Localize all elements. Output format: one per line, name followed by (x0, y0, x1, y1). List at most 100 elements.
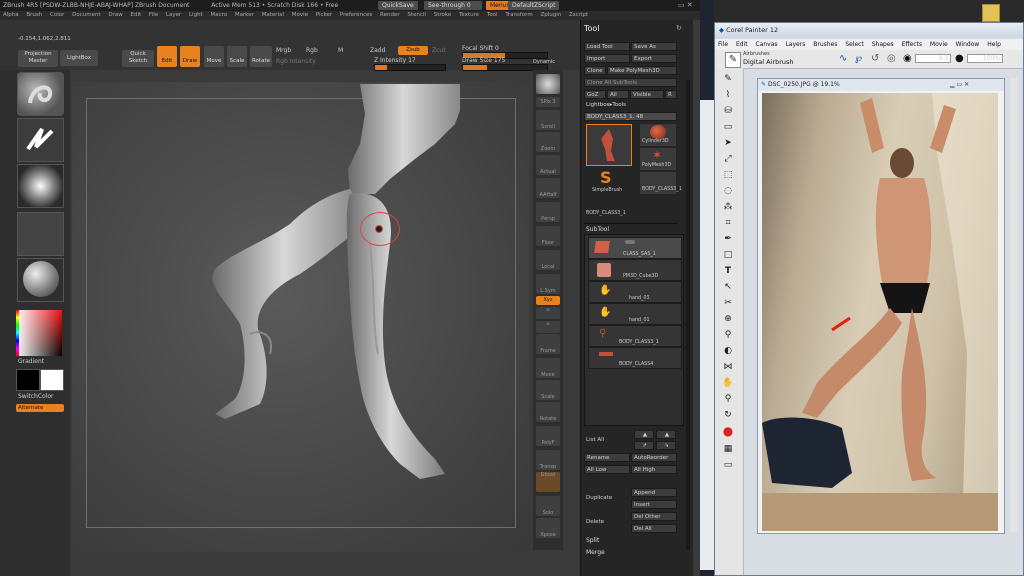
menu-texture[interactable]: Texture (459, 12, 479, 18)
all-low-button[interactable]: All Low (584, 465, 630, 474)
brush-category[interactable]: Airbrushes (743, 51, 770, 57)
doc-window-controls[interactable]: ▁ ▭ ✕ (950, 81, 1000, 89)
menu-zscript[interactable]: Zscript (569, 12, 588, 18)
pmenu-effects[interactable]: Effects (902, 41, 922, 48)
pmenu-shapes[interactable]: Shapes (872, 41, 894, 48)
simplebrush-tool[interactable]: S SimpleBrush (590, 168, 626, 196)
solo-button[interactable]: Solo (536, 496, 560, 516)
make-polymesh-button[interactable]: Make PolyMesh3D (607, 66, 677, 75)
polymesh3d-tool[interactable]: ✶ PolyMesh3D (640, 148, 676, 170)
menu-tool[interactable]: Tool (487, 12, 498, 18)
subtool-item[interactable]: BODY_CLASS4 (588, 347, 682, 369)
current-tool-slider[interactable]: BODY_CLASS3_1. 48 (584, 112, 677, 121)
text-tool-icon[interactable]: T (719, 266, 737, 277)
mrgb-toggle[interactable]: Mrgb (276, 47, 291, 54)
brush-thumbnail[interactable] (17, 72, 64, 116)
pmenu-select[interactable]: Select (845, 41, 864, 48)
autoreorder-button[interactable]: AutoReorder (631, 453, 677, 462)
pmenu-layers[interactable]: Layers (785, 41, 805, 48)
palette-scrollbar[interactable] (686, 80, 690, 550)
body-class3-tool[interactable]: BODY_CLASS3_1 (640, 172, 682, 194)
zcut-toggle[interactable]: Zcut (432, 47, 446, 54)
del-other-button[interactable]: Del Other (631, 512, 677, 521)
spix-setting[interactable]: SPix 3 (536, 97, 560, 107)
all-high-button[interactable]: All High (631, 465, 677, 474)
brush-selector-icon[interactable]: ✎ (725, 52, 741, 68)
transform-tool-icon[interactable]: ⤢ (719, 154, 737, 165)
see-through-slider[interactable]: See-through 0 (424, 1, 482, 10)
sym-y-icon[interactable]: ⌂ (536, 307, 560, 319)
menu-transform[interactable]: Transform (505, 12, 532, 18)
paper-selector-icon[interactable]: ▦ (719, 444, 737, 455)
clone-tool-icon[interactable]: ⊕ (719, 314, 737, 325)
material-thumbnail[interactable] (17, 258, 64, 302)
mirror-icon[interactable]: ⋈ (719, 362, 737, 373)
secondary-color-swatch[interactable] (40, 369, 64, 391)
rotate-view-button[interactable]: Rotate (536, 402, 560, 422)
split-section[interactable]: Split (586, 537, 599, 544)
local-button[interactable]: Local (536, 250, 560, 270)
doc-vertical-scrollbar[interactable] (1010, 78, 1018, 532)
rect-select-icon[interactable]: ⬚ (719, 170, 737, 181)
menu-color[interactable]: Color (50, 12, 64, 18)
current-tool-thumbnail[interactable] (586, 124, 632, 166)
draw-mode-button[interactable]: Draw (180, 46, 200, 67)
folder-icon[interactable] (982, 4, 1000, 22)
scissors-icon[interactable]: ✂ (719, 298, 737, 309)
rotate-mode-button[interactable]: Rotate (250, 46, 272, 67)
gradient-label[interactable]: Gradient (18, 358, 44, 365)
delete-button[interactable]: Delete (584, 518, 630, 527)
color-picker[interactable] (16, 310, 62, 356)
lightbox-tools-button[interactable]: Lightbox▸Tools (586, 102, 626, 108)
duplicate-button[interactable]: Duplicate (584, 494, 630, 503)
menu-file[interactable]: File (149, 12, 158, 18)
hue-strip[interactable] (16, 310, 19, 356)
move-up-icon-2[interactable]: ▲ (656, 430, 676, 439)
magic-wand-icon[interactable]: ⁂ (719, 202, 737, 213)
menu-brush[interactable]: Brush (26, 12, 42, 18)
rgb-toggle[interactable]: Rgb (306, 47, 318, 54)
zsub-toggle[interactable]: Zsub (398, 46, 428, 55)
actual-button[interactable]: Actual (536, 155, 560, 175)
pmenu-edit[interactable]: Edit (736, 41, 748, 48)
save-as-button[interactable]: Save As (631, 42, 677, 51)
brush-ghost-icon[interactable]: ◎ (887, 53, 896, 64)
r-button[interactable]: R (665, 90, 677, 99)
sym-z-icon[interactable]: ⌂ (536, 321, 560, 333)
dynamic-toggle[interactable]: Dynamic (533, 59, 555, 65)
brush-variant[interactable]: Digital Airbrush (743, 58, 794, 66)
menu-document[interactable]: Document (72, 12, 101, 18)
alpha-thumbnail[interactable] (17, 164, 64, 208)
media-selector-icon[interactable]: ▭ (719, 460, 737, 471)
default-zscript-button[interactable]: DefaultZScript (508, 1, 560, 10)
merge-section[interactable]: Merge (586, 549, 605, 556)
menu-movie[interactable]: Movie (292, 12, 308, 18)
polyf-button[interactable]: PolyF (536, 426, 560, 446)
menu-picker[interactable]: Picker (316, 12, 332, 18)
pmenu-canvas[interactable]: Canvas (756, 41, 778, 48)
xpose-button[interactable]: Xpose (536, 518, 560, 538)
alternate-button[interactable]: Alternate (16, 404, 64, 412)
menu-stencil[interactable]: Stencil (407, 12, 426, 18)
pmenu-movie[interactable]: Movie (930, 41, 948, 48)
rubber-stamp-icon[interactable]: ⚲ (719, 330, 737, 341)
texture-thumbnail[interactable] (17, 212, 64, 256)
tool-palette-header[interactable]: Tool (584, 24, 600, 33)
menu-light[interactable]: Light (189, 12, 203, 18)
move-down-icon[interactable]: ↱ (634, 441, 654, 450)
menu-render[interactable]: Render (380, 12, 400, 18)
rgb-intensity-slider[interactable]: Rgb Intensity (276, 58, 316, 65)
freehand-icon[interactable]: ℘ (855, 53, 862, 64)
document-window[interactable]: ✎ DSC_0250.JPG @ 19.1% ▁ ▭ ✕ (757, 78, 1005, 534)
zadd-toggle[interactable]: Zadd (370, 47, 385, 54)
subtool-item[interactable]: ⚲ BODY_CLASS3_1 (588, 325, 682, 347)
floor-button[interactable]: Floor (536, 226, 560, 246)
subtool-item[interactable]: PM3D_Cube3D (588, 259, 682, 281)
menu-layer[interactable]: Layer (166, 12, 181, 18)
m-toggle[interactable]: M (338, 47, 343, 54)
crop-tool-icon[interactable]: ⌗ (719, 218, 737, 229)
menu-edit[interactable]: Edit (131, 12, 142, 18)
reset-brush-icon[interactable]: ↺ (871, 53, 879, 64)
pmenu-brushes[interactable]: Brushes (813, 41, 837, 48)
sculpt-model[interactable] (200, 84, 460, 484)
